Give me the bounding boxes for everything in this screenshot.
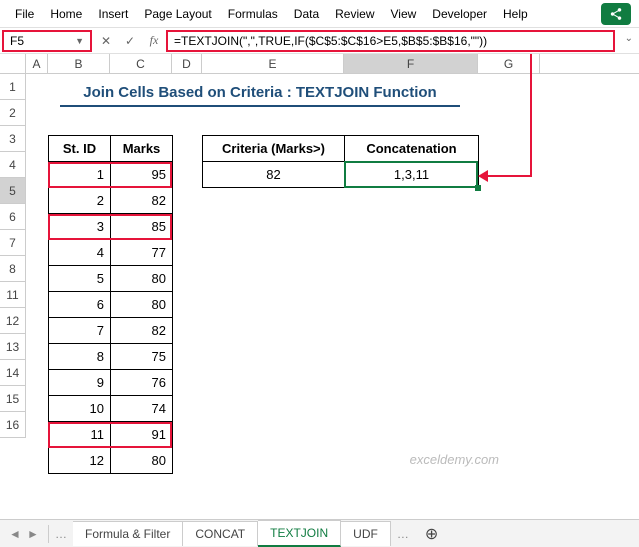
table-row: 195	[49, 162, 173, 188]
annotation-arrow	[530, 54, 532, 177]
table-row: 580	[49, 266, 173, 292]
chevron-down-icon[interactable]: ▼	[75, 36, 84, 46]
sheet-tab[interactable]: Formula & Filter	[73, 521, 183, 546]
row-header[interactable]: 8	[0, 256, 26, 282]
row-header[interactable]: 15	[0, 386, 26, 412]
row-header[interactable]: 12	[0, 308, 26, 334]
prev-sheet-icon[interactable]: ◄	[9, 527, 21, 541]
spreadsheet-grid: A B C D E F G 1 2 3 4 5 6 7 8 11 12 13 1…	[0, 54, 639, 517]
formula-bar: F5 ▼ ✕ ✓ fx =TEXTJOIN(",",TRUE,IF($C$5:$…	[0, 28, 639, 54]
formula-input[interactable]: =TEXTJOIN(",",TRUE,IF($C$5:$C$16>E5,$B$5…	[166, 30, 615, 52]
row-header[interactable]: 14	[0, 360, 26, 386]
menu-review[interactable]: Review	[328, 4, 381, 24]
row-header[interactable]: 6	[0, 204, 26, 230]
add-sheet-button[interactable]: ⊕	[415, 524, 448, 544]
sheet-tab-active[interactable]: TEXTJOIN	[258, 520, 341, 547]
row-header[interactable]: 2	[0, 100, 26, 126]
tab-overflow-icon[interactable]: …	[391, 527, 415, 541]
watermark: exceldemy.com	[410, 452, 499, 467]
sheet-tab-bar: ◄ ► … Formula & Filter CONCAT TEXTJOIN U…	[0, 519, 639, 547]
cancel-icon[interactable]: ✕	[94, 34, 118, 48]
menu-bar: File Home Insert Page Layout Formulas Da…	[0, 0, 639, 28]
col-stid[interactable]: St. ID	[49, 136, 111, 162]
column-headers: A B C D E F G	[0, 54, 639, 74]
menu-help[interactable]: Help	[496, 4, 535, 24]
table-row: 875	[49, 344, 173, 370]
table-row: 680	[49, 292, 173, 318]
sheet-tab[interactable]: UDF	[341, 521, 391, 546]
fill-handle[interactable]	[475, 185, 481, 191]
next-sheet-icon[interactable]: ►	[27, 527, 39, 541]
table-row: 1191	[49, 422, 173, 448]
col-header-a[interactable]: A	[26, 54, 48, 73]
menu-formulas[interactable]: Formulas	[221, 4, 285, 24]
criteria-table: Criteria (Marks>) Concatenation 82 1,3,1…	[202, 135, 479, 188]
table-row: 1280	[49, 448, 173, 474]
criteria-header[interactable]: Criteria (Marks>)	[203, 136, 345, 162]
share-icon	[609, 7, 623, 21]
name-box-value: F5	[10, 34, 24, 48]
menu-insert[interactable]: Insert	[91, 4, 135, 24]
name-box[interactable]: F5 ▼	[2, 30, 92, 52]
row-header[interactable]: 7	[0, 230, 26, 256]
formula-text: =TEXTJOIN(",",TRUE,IF($C$5:$C$16>E5,$B$5…	[174, 34, 487, 48]
row-header[interactable]: 16	[0, 412, 26, 438]
col-header-e[interactable]: E	[202, 54, 344, 73]
table-row: 477	[49, 240, 173, 266]
row-header[interactable]: 5	[0, 178, 26, 204]
col-header-f[interactable]: F	[344, 54, 478, 73]
row-header[interactable]: 4	[0, 152, 26, 178]
col-header-c[interactable]: C	[110, 54, 172, 73]
fx-icon[interactable]: fx	[142, 33, 166, 48]
data-table: St. ID Marks 195 282 385 477 580 680 782…	[48, 135, 173, 474]
menu-developer[interactable]: Developer	[425, 4, 494, 24]
table-row: 782	[49, 318, 173, 344]
expand-formula-icon[interactable]: ⌄	[625, 33, 633, 44]
table-row: 385	[49, 214, 173, 240]
row-header[interactable]: 1	[0, 74, 26, 100]
concat-result[interactable]: 1,3,11	[345, 162, 479, 188]
table-row: 282	[49, 188, 173, 214]
menu-view[interactable]: View	[384, 4, 424, 24]
row-header[interactable]: 13	[0, 334, 26, 360]
share-button[interactable]	[601, 3, 631, 25]
col-marks[interactable]: Marks	[111, 136, 173, 162]
menu-data[interactable]: Data	[287, 4, 326, 24]
enter-icon[interactable]: ✓	[118, 34, 142, 48]
menu-home[interactable]: Home	[43, 4, 89, 24]
table-row: 976	[49, 370, 173, 396]
select-all-triangle[interactable]	[0, 54, 26, 73]
menu-pagelayout[interactable]: Page Layout	[137, 4, 218, 24]
annotation-arrow	[485, 175, 532, 177]
sheet-tab[interactable]: CONCAT	[183, 521, 258, 546]
menu-file[interactable]: File	[8, 4, 41, 24]
page-title: Join Cells Based on Criteria : TEXTJOIN …	[60, 84, 460, 107]
tab-overflow-icon[interactable]: …	[49, 527, 73, 541]
col-header-d[interactable]: D	[172, 54, 202, 73]
col-header-b[interactable]: B	[48, 54, 110, 73]
arrow-head-icon	[478, 170, 488, 182]
row-header[interactable]: 11	[0, 282, 26, 308]
row-header[interactable]: 3	[0, 126, 26, 152]
table-row: 1074	[49, 396, 173, 422]
concat-header[interactable]: Concatenation	[345, 136, 479, 162]
criteria-value[interactable]: 82	[203, 162, 345, 188]
